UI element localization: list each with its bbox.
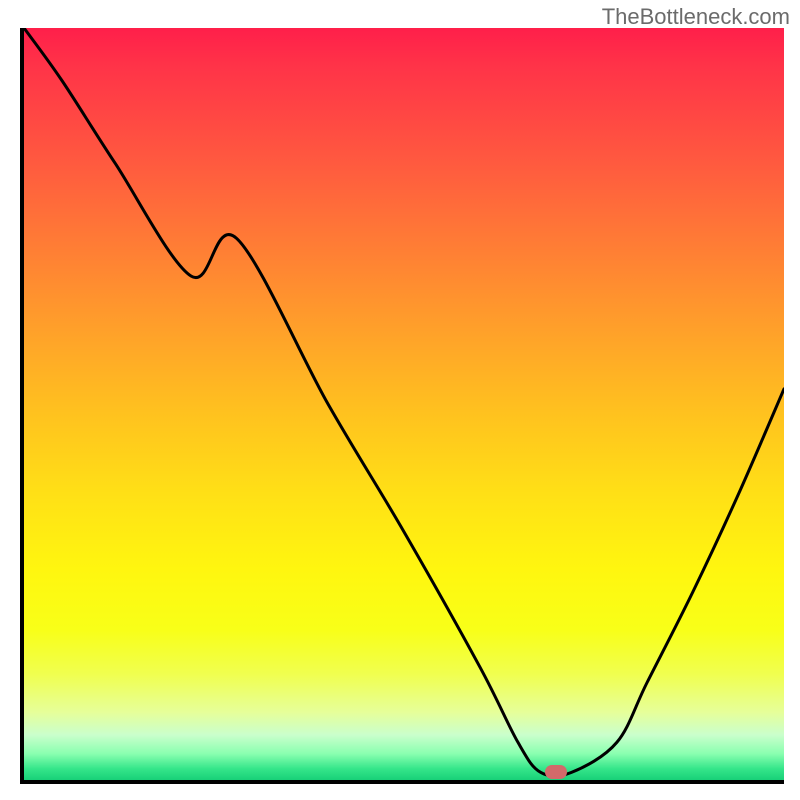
plot-area bbox=[20, 28, 784, 784]
chart-container: TheBottleneck.com bbox=[0, 0, 800, 800]
watermark-text: TheBottleneck.com bbox=[602, 4, 790, 30]
optimal-marker bbox=[545, 765, 567, 779]
curve-svg bbox=[24, 28, 784, 780]
bottleneck-curve bbox=[24, 28, 784, 776]
